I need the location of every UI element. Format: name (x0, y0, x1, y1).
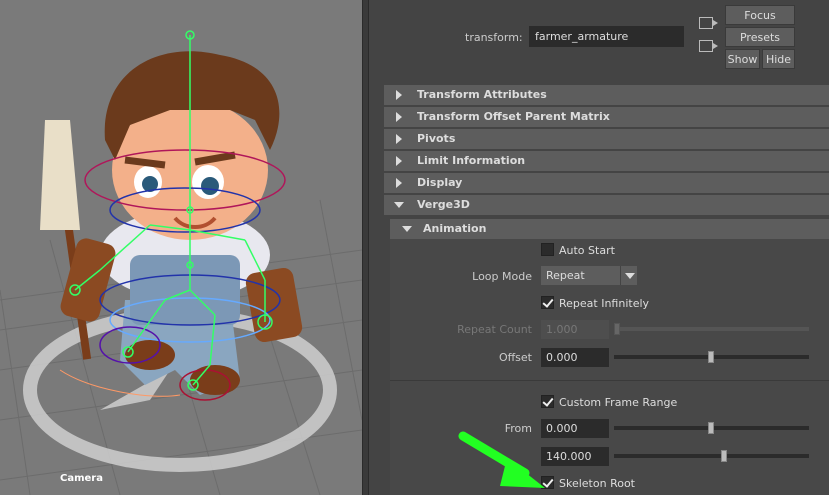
transform-label: transform: (465, 31, 523, 44)
section-label: Verge3D (417, 198, 470, 211)
to-slider[interactable] (614, 454, 809, 458)
expand-triangle-icon (396, 156, 402, 166)
section-transform-offset-parent-matrix[interactable]: Transform Offset Parent Matrix (384, 107, 829, 127)
section-verge3d[interactable]: Verge3D (384, 195, 829, 215)
from-field[interactable]: 0.000 (541, 419, 609, 438)
3d-viewport[interactable]: Camera (0, 0, 362, 495)
show-button[interactable]: Show (725, 49, 760, 69)
annotation-arrow (458, 431, 545, 488)
offset-slider-handle[interactable] (708, 351, 714, 363)
section-display[interactable]: Display (384, 173, 829, 193)
offset-label: Offset (498, 351, 532, 364)
section-label: Transform Attributes (417, 88, 547, 101)
section-pivots[interactable]: Pivots (384, 129, 829, 149)
repeat-count-field: 1.000 (541, 320, 609, 339)
character-overalls (130, 255, 240, 325)
loop-mode-label: Loop Mode (472, 270, 532, 283)
repeat-count-slider-handle (614, 323, 620, 335)
expand-triangle-icon (396, 178, 402, 188)
section-label: Transform Offset Parent Matrix (417, 110, 610, 123)
offset-field[interactable]: 0.000 (541, 348, 609, 367)
section-limit-information[interactable]: Limit Information (384, 151, 829, 171)
expand-triangle-icon (396, 112, 402, 122)
from-slider-handle[interactable] (708, 422, 714, 434)
to-slider-handle[interactable] (721, 450, 727, 462)
repeat-count-slider (614, 327, 809, 331)
expand-triangle-icon (396, 134, 402, 144)
repeat-infinitely-label: Repeat Infinitely (559, 297, 650, 310)
custom-frame-range-label: Custom Frame Range (559, 396, 678, 409)
attribute-editor: transform: farmer_armature Focus Presets… (369, 0, 829, 495)
expand-triangle-icon (396, 90, 402, 100)
repeat-infinitely-checkbox[interactable] (541, 296, 554, 309)
camera-label: Camera (60, 473, 103, 484)
collapse-triangle-icon (402, 226, 412, 232)
to-field[interactable]: 140.000 (541, 447, 609, 466)
divider (390, 380, 829, 381)
section-transform-attributes[interactable]: Transform Attributes (384, 85, 829, 105)
skeleton-root-label: Skeleton Root (559, 477, 635, 490)
transform-name-field[interactable]: farmer_armature (529, 26, 684, 47)
hide-button[interactable]: Hide (762, 49, 795, 69)
auto-start-checkbox[interactable] (541, 243, 554, 256)
focus-button[interactable]: Focus (725, 5, 795, 25)
section-animation[interactable]: Animation (390, 219, 829, 239)
auto-start-label: Auto Start (559, 244, 615, 257)
section-label: Limit Information (417, 154, 526, 167)
custom-frame-range-checkbox[interactable] (541, 395, 554, 408)
collapse-triangle-icon (394, 202, 404, 208)
presets-button[interactable]: Presets (725, 27, 795, 47)
dropdown-arrow-icon[interactable] (620, 266, 637, 285)
upstream-node-icon[interactable] (699, 17, 718, 29)
section-label: Display (417, 176, 463, 189)
repeat-count-label: Repeat Count (457, 323, 532, 336)
viewport-scene (0, 30, 362, 495)
section-label: Animation (423, 222, 487, 235)
section-label: Pivots (417, 132, 456, 145)
panel-splitter[interactable] (362, 0, 369, 495)
downstream-node-icon[interactable] (699, 40, 718, 52)
